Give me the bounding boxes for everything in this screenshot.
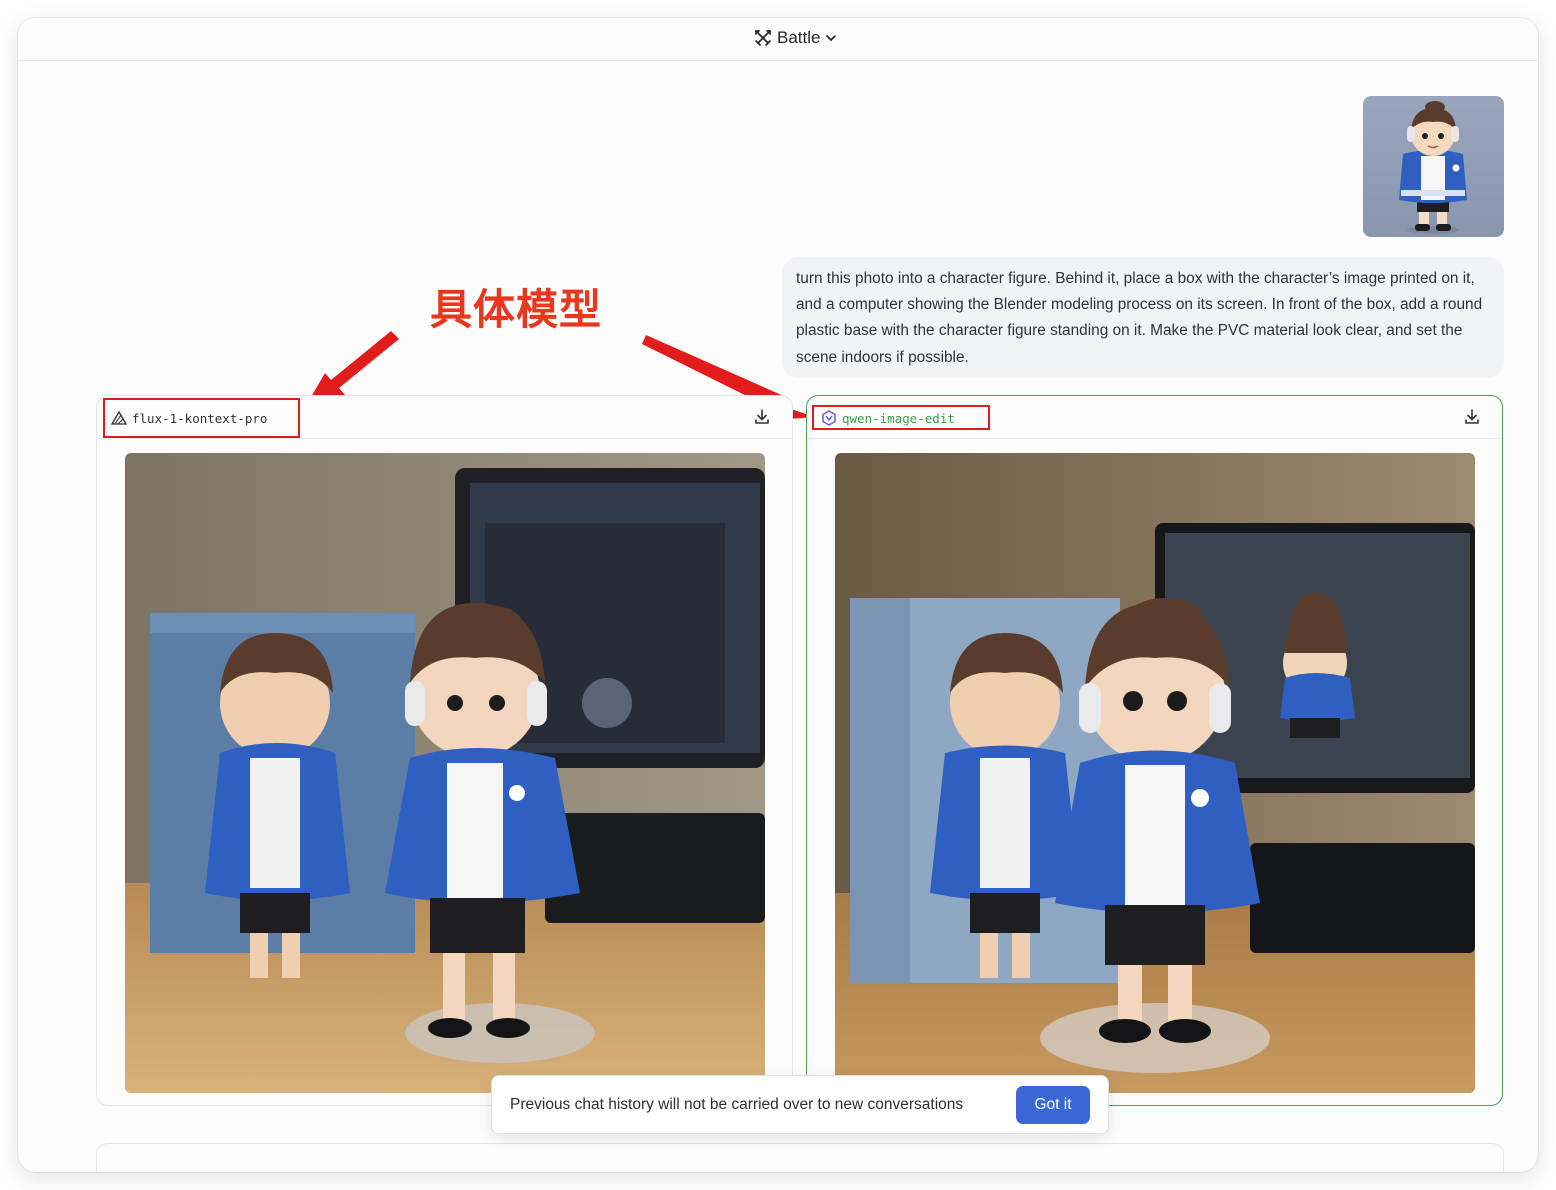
highlight-box-left bbox=[103, 398, 300, 438]
got-it-button[interactable]: Got it bbox=[1016, 1086, 1090, 1124]
download-icon[interactable] bbox=[1462, 407, 1482, 427]
model-panel-left: flux-1-kontext-pro bbox=[96, 395, 793, 1106]
highlight-box-right bbox=[812, 405, 990, 430]
next-message-card bbox=[96, 1143, 1504, 1172]
download-icon[interactable] bbox=[752, 407, 772, 427]
model-panel-right: qwen-image-edit bbox=[806, 395, 1503, 1106]
generated-image-left[interactable] bbox=[125, 453, 765, 1093]
toast-message: Previous chat history will not be carrie… bbox=[510, 1096, 964, 1113]
app-window: Battle turn this photo into a character … bbox=[18, 18, 1538, 1172]
generated-image-right[interactable] bbox=[835, 453, 1475, 1093]
notice-toast: Previous chat history will not be carrie… bbox=[491, 1075, 1109, 1134]
